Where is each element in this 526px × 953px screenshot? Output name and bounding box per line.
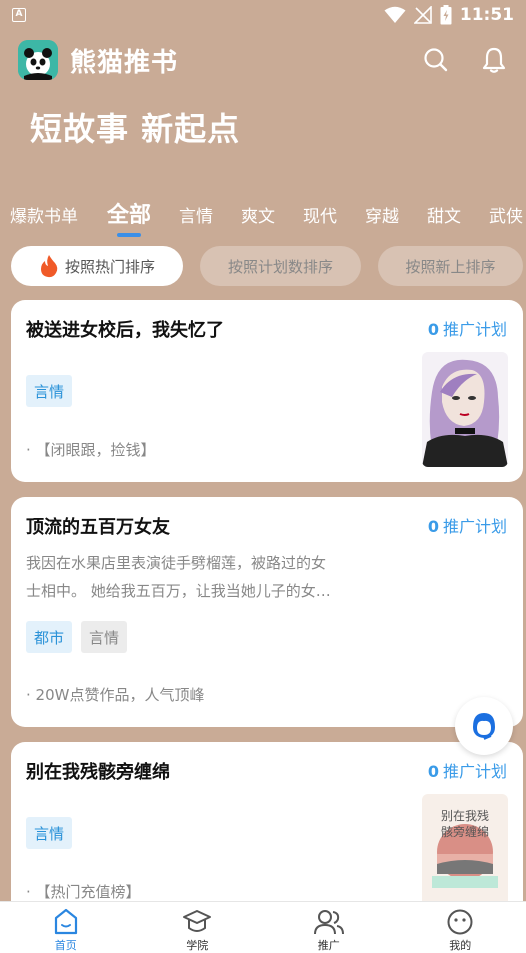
tag-romance: 言情 — [26, 817, 73, 849]
battery-charging-icon — [440, 5, 452, 25]
book-feature: · 【热门充值榜】 — [26, 883, 141, 901]
book-card[interactable]: 被送进女校后，我失忆了 0 推广计划 言情 · 【闭眼跟，捡钱】 — [11, 300, 523, 482]
customer-service-button[interactable] — [455, 697, 513, 755]
sort-by-plans-button[interactable]: 按照计划数排序 — [200, 246, 361, 286]
tab-thrill[interactable]: 爽文 — [241, 202, 275, 227]
sort-by-newest-button[interactable]: 按照新上排序 — [378, 246, 523, 286]
flame-icon — [39, 254, 59, 278]
category-tabs: 爆款书单 全部 言情 爽文 现代 穿越 甜文 武侠 — [0, 196, 526, 240]
sort-by-plans-label: 按照计划数排序 — [227, 257, 333, 276]
panda-logo-icon — [18, 40, 58, 80]
sort-by-hot-label: 按照热门排序 — [64, 257, 155, 276]
nav-academy-label: 学院 — [186, 939, 209, 952]
book-card[interactable]: 顶流的五百万女友 0 推广计划 我因在水果店里表演徒手劈榴莲，被路过的女 士相中。… — [11, 497, 523, 727]
book-feature: · 20W点赞作品，人气顶峰 — [26, 686, 205, 704]
wifi-icon — [384, 6, 406, 23]
nav-profile-label: 我的 — [449, 939, 472, 952]
promo-plan-link[interactable]: 0 推广计划 — [428, 758, 507, 782]
tab-martial-arts[interactable]: 武侠 — [489, 202, 523, 227]
sort-by-newest-label: 按照新上排序 — [405, 257, 496, 276]
book-feature: · 【闭眼跟，捡钱】 — [26, 441, 156, 459]
tag-urban: 都市 — [26, 621, 73, 653]
tab-all[interactable]: 全部 — [107, 197, 151, 229]
nav-home-label: 首页 — [54, 939, 77, 952]
book-title: 顶流的五百万女友 — [26, 517, 170, 538]
book-title: 被送进女校后，我失忆了 — [26, 320, 224, 341]
promo-plan-link[interactable]: 0 推广计划 — [428, 513, 507, 537]
status-right: 11:51 — [384, 5, 514, 25]
plan-label: 推广计划 — [442, 320, 507, 339]
plan-count: 0 — [427, 517, 439, 536]
users-icon — [313, 910, 344, 935]
status-bar: A 11:51 — [0, 0, 526, 30]
tag-romance: 言情 — [81, 621, 128, 653]
nav-home[interactable]: 首页 — [0, 902, 132, 953]
book-cover-image: 别在我残 骸旁缠绵 — [422, 794, 508, 909]
app-logo — [18, 40, 58, 80]
book-card[interactable]: 别在我残骸旁缠绵 0 推广计划 言情 · 【热门充值榜】 别在我残 骸旁缠绵 — [11, 742, 523, 922]
app-header: 熊猫推书 — [0, 38, 526, 82]
profile-face-icon — [447, 909, 473, 935]
no-signal-icon — [413, 6, 432, 24]
nav-promote[interactable]: 推广 — [263, 902, 395, 953]
sort-by-hot-button[interactable]: 按照热门排序 — [11, 246, 183, 286]
plan-count: 0 — [427, 320, 439, 339]
slogan: 短故事 新起点 — [30, 110, 241, 148]
cover-text-line: 别在我残 — [440, 809, 489, 823]
header-actions — [422, 46, 508, 74]
book-description: 我因在水果店里表演徒手劈榴莲，被路过的女 士相中。 她给我五百万，让我当她儿子的… — [26, 549, 371, 605]
tab-modern[interactable]: 现代 — [303, 202, 337, 227]
customer-service-icon — [473, 713, 495, 740]
nav-promote-label: 推广 — [317, 939, 340, 952]
plan-label: 推广计划 — [442, 762, 507, 781]
tab-sweet[interactable]: 甜文 — [427, 202, 461, 227]
bell-icon[interactable] — [480, 46, 508, 74]
home-icon — [54, 908, 77, 935]
book-description-line: 我因在水果店里表演徒手劈榴莲，被路过的女 — [26, 554, 327, 572]
nav-profile[interactable]: 我的 — [395, 902, 526, 953]
book-cover-image — [422, 352, 508, 467]
active-tab-indicator — [117, 233, 141, 237]
notification-a-icon: A — [12, 8, 26, 22]
tab-romance[interactable]: 言情 — [179, 202, 213, 227]
app-title: 熊猫推书 — [70, 47, 179, 78]
bottom-nav: 首页 学院 推广 我的 — [0, 901, 526, 953]
book-title: 别在我残骸旁缠绵 — [26, 762, 170, 783]
promo-plan-link[interactable]: 0 推广计划 — [428, 316, 507, 340]
search-icon[interactable] — [422, 46, 450, 74]
graduation-cap-icon — [183, 910, 212, 932]
cover-text-line: 骸旁缠绵 — [440, 825, 489, 839]
tab-bestseller-list[interactable]: 爆款书单 — [10, 202, 78, 227]
book-description-line: 士相中。 她给我五百万，让我当她儿子的女… — [26, 582, 331, 600]
plan-label: 推广计划 — [442, 517, 507, 536]
status-left: A — [12, 8, 26, 22]
status-time: 11:51 — [459, 5, 514, 25]
tab-time-travel[interactable]: 穿越 — [365, 202, 399, 227]
plan-count: 0 — [427, 762, 439, 781]
nav-academy[interactable]: 学院 — [132, 902, 264, 953]
tag-romance: 言情 — [26, 375, 73, 407]
